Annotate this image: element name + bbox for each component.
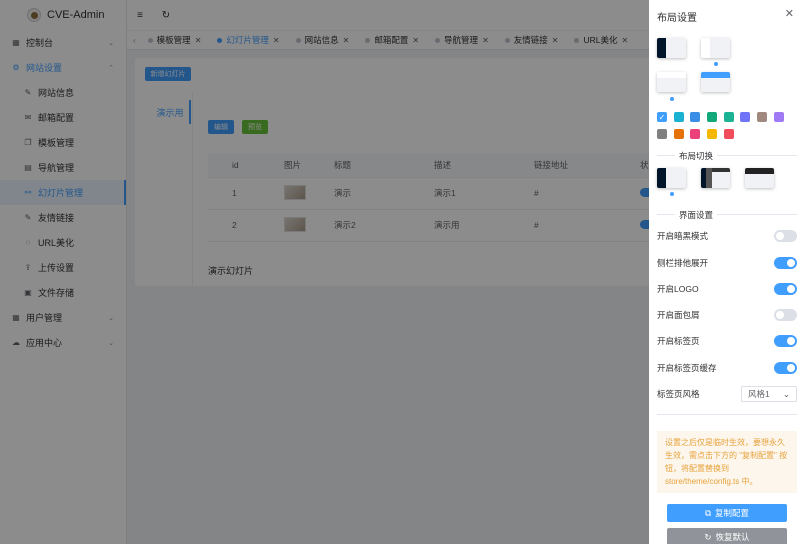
color-swatch[interactable] [690,129,700,139]
color-swatch[interactable] [707,112,717,122]
setting-row: 开启LOGO [657,281,797,297]
color-swatch[interactable] [674,129,684,139]
color-swatch[interactable] [740,112,750,122]
chevron-down-icon: ⌄ [782,388,790,399]
tab-style-row: 标签页风格 风格1 ⌄ [657,386,797,402]
selected-indicator [670,192,674,196]
close-icon[interactable]: ✕ [785,7,794,20]
interface-settings-label: 界面设置 [675,209,718,221]
color-swatch[interactable]: ✓ [657,112,667,122]
theme-light-header-option[interactable] [657,72,686,92]
setting-row: 开启面包屑 [657,307,797,323]
color-swatch[interactable] [690,112,700,122]
setting-toggle[interactable] [774,362,797,374]
layout-switch-label: 布局切换 [675,150,718,162]
tab-style-label: 标签页风格 [657,389,700,399]
color-swatch[interactable] [674,112,684,122]
color-swatch[interactable] [724,129,734,139]
drawer-title: 布局设置 [657,13,697,24]
setting-label: 开启面包屑 [657,310,700,320]
selected-indicator [670,97,674,101]
color-swatch[interactable] [657,129,667,139]
setting-toggle[interactable] [774,257,797,269]
reset-default-label: 恢复默认 [715,532,750,542]
drawer-overlay[interactable] [0,0,649,544]
copy-config-label: 复制配置 [715,508,750,518]
layout-mix-option[interactable] [701,168,730,188]
setting-label: 开启标签页缓存 [657,363,717,373]
layout-settings-drawer: 布局设置 ✕ ✓ 布局切换 界面设置 开启暗黑模式 侧栏排他展开 开启LOGO 开启面… [649,0,800,544]
setting-label: 侧栏排他展开 [657,258,709,268]
reset-default-button[interactable]: ↻ 恢复默认 [667,528,787,544]
setting-label: 开启标签页 [657,336,700,346]
color-swatch[interactable] [757,112,767,122]
setting-label: 开启暗黑模式 [657,231,709,241]
theme-blue-header-option[interactable] [701,72,730,92]
color-swatch[interactable] [724,112,734,122]
color-swatch[interactable] [707,129,717,139]
setting-toggle[interactable] [774,335,797,347]
setting-row: 开启标签页 [657,333,797,349]
setting-row: 开启标签页缓存 [657,360,797,376]
copy-config-button[interactable]: ⧉ 复制配置 [667,504,787,522]
setting-toggle[interactable] [774,230,797,242]
check-icon: ✓ [658,112,666,122]
layout-horizontal-option[interactable] [745,168,774,188]
theme-light-sidebar-option[interactable] [701,38,730,58]
setting-row: 开启暗黑模式 [657,228,797,244]
tab-style-select[interactable]: 风格1 ⌄ [741,386,797,402]
refresh-icon: ↻ [704,531,712,542]
layout-vertical-option[interactable] [657,168,686,188]
config-notice: 设置之后仅是临时生效，要想永久生效，需点击下方的 "复制配置" 按钮，将配置替换… [657,431,797,493]
setting-row: 侧栏排他展开 [657,255,797,271]
color-swatch[interactable] [774,112,784,122]
theme-dark-sidebar-option[interactable] [657,38,686,58]
tab-style-value: 风格1 [748,389,770,399]
copy-icon: ⧉ [704,507,712,518]
setting-toggle[interactable] [774,283,797,295]
setting-label: 开启LOGO [657,284,699,294]
setting-toggle[interactable] [774,309,797,321]
divider [657,414,797,415]
selected-indicator [714,62,718,66]
